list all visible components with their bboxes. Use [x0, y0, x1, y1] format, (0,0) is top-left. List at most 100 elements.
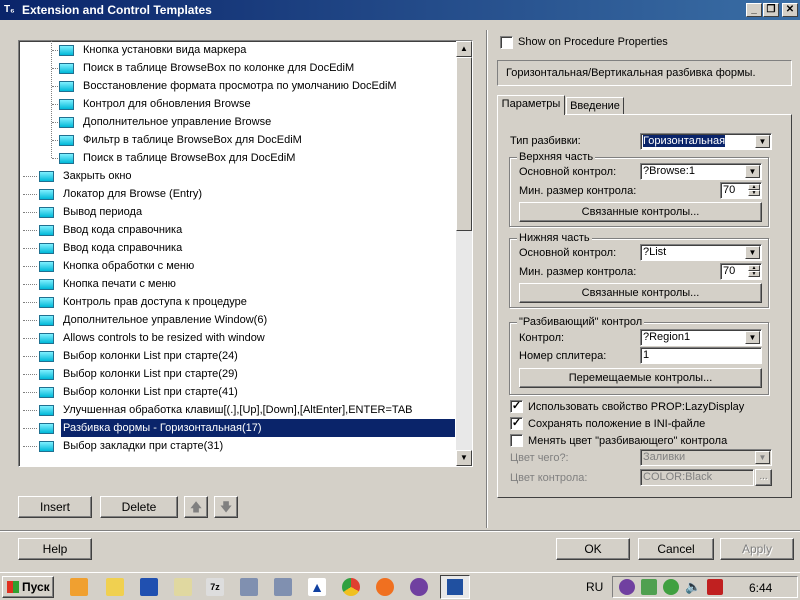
tree-child-item[interactable]: Кнопка установки вида маркера [19, 41, 455, 59]
chevron-down-icon[interactable]: ▼ [755, 135, 770, 148]
scroll-down-icon[interactable]: ▼ [456, 450, 472, 466]
spin-down-icon[interactable]: ▼ [748, 271, 760, 277]
tab-introduction[interactable]: Введение [566, 97, 624, 115]
ok-button[interactable]: OK [556, 538, 630, 560]
chevron-down-icon[interactable]: ▼ [745, 331, 760, 344]
tree-item[interactable]: Кнопка печати с меню [19, 275, 455, 293]
tree-item[interactable]: Локатор для Browse (Entry) [19, 185, 455, 203]
tree-item[interactable]: Выбор колонки List при старте(24) [19, 347, 455, 365]
split-type-label: Тип разбивки: [510, 135, 581, 147]
tree-child-item[interactable]: Дополнительное управление Browse [19, 113, 455, 131]
tree-item[interactable]: Вывод периода [19, 203, 455, 221]
tree-item[interactable]: Кнопка обработки с меню [19, 257, 455, 275]
upper-min-size-label: Мин. размер контрола: [519, 185, 637, 197]
active-task-button[interactable] [440, 575, 470, 599]
option-checkbox-label: Сохранять положение в INI-файле [528, 418, 706, 430]
option-checkbox-3[interactable] [510, 434, 523, 447]
help-button[interactable]: Help [18, 538, 92, 560]
book-icon[interactable] [140, 578, 158, 596]
splitter-number-input[interactable]: 1 [640, 347, 762, 364]
viber-tray-icon[interactable] [619, 579, 635, 595]
tree-child-item[interactable]: Поиск в таблице BrowseBox для DocEdiM [19, 149, 455, 167]
chevron-down-icon[interactable]: ▼ [745, 246, 760, 259]
lower-min-size-label: Мин. размер контрола: [519, 266, 637, 278]
option-checkbox-1[interactable]: ✓ [510, 400, 523, 413]
triangle-app-icon[interactable]: ▲ [308, 578, 326, 596]
color-what-select[interactable]: Заливки ▼ [640, 449, 772, 466]
tree-item[interactable]: Ввод кода справочника [19, 221, 455, 239]
start-button[interactable]: Пуск [2, 576, 54, 598]
lower-linked-controls-button[interactable]: Связанные контролы... [519, 283, 762, 303]
tree-item-label: Дополнительное управление Window(6) [63, 314, 268, 326]
upper-control-label: Основной контрол: [519, 166, 617, 178]
apply-button[interactable]: Apply [720, 538, 794, 560]
antivirus-icon[interactable] [707, 579, 723, 595]
tree-item[interactable]: Выбор закладки при старте(31) [19, 437, 455, 455]
tree-child-item[interactable]: Фильтр в таблице BrowseBox для DocEdiM [19, 131, 455, 149]
minimize-button[interactable]: _ [746, 3, 762, 17]
chrome-icon[interactable] [342, 578, 360, 596]
tool-icon-2[interactable] [274, 578, 292, 596]
title-bar[interactable]: T₆ Extension and Control Templates _ ❐ ✕ [0, 0, 800, 20]
color-picker-button[interactable]: ... [755, 469, 772, 486]
upper-part-title: Верхняя часть [517, 151, 596, 163]
tree-item-label: Кнопка установки вида маркера [83, 44, 247, 56]
chevron-down-icon[interactable]: ▼ [745, 165, 760, 178]
lower-control-select[interactable]: ?List ▼ [640, 244, 762, 261]
tree-item[interactable]: Закрыть окно [19, 167, 455, 185]
tree-item[interactable]: Allows controls to be resized with windo… [19, 329, 455, 347]
tree-child-item[interactable]: Поиск в таблице BrowseBox по колонке для… [19, 59, 455, 77]
viber-icon[interactable] [410, 578, 428, 596]
moved-controls-button[interactable]: Перемещаемые контролы... [519, 368, 762, 388]
7zip-icon[interactable]: 7z [206, 578, 224, 596]
lower-min-size-spinner[interactable]: 70 ▲ ▼ [720, 263, 762, 280]
maximize-button[interactable]: ❐ [763, 3, 779, 17]
tree-item[interactable]: Ввод кода справочника [19, 239, 455, 257]
cancel-button[interactable]: Cancel [638, 538, 714, 560]
folder-icon [39, 189, 54, 200]
close-button[interactable]: ✕ [782, 3, 798, 17]
folder-icon[interactable] [106, 578, 124, 596]
split-type-select[interactable]: Горизонтальная ▼ [640, 133, 772, 150]
folder-icon [39, 333, 54, 344]
tree-item-label: Вывод периода [63, 206, 143, 218]
upper-linked-controls-button[interactable]: Связанные контролы... [519, 202, 762, 222]
language-indicator[interactable]: RU [586, 580, 603, 594]
tool-icon[interactable] [240, 578, 258, 596]
tree-child-item[interactable]: Контрол для обновления Browse [19, 95, 455, 113]
chevron-down-icon[interactable]: ▼ [755, 451, 770, 464]
scroll-up-icon[interactable]: ▲ [456, 41, 472, 57]
tree-item[interactable]: Выбор колонки List при старте(29) [19, 365, 455, 383]
template-tree[interactable]: Кнопка установки вида маркера Поиск в таб… [18, 40, 473, 467]
folder-icon [39, 441, 54, 452]
show-on-procedure-checkbox[interactable] [500, 36, 513, 49]
folder-icon [39, 225, 54, 236]
network-icon[interactable] [663, 579, 679, 595]
tree-item[interactable]: Выбор колонки List при старте(41) [19, 383, 455, 401]
delete-button[interactable]: Delete [100, 496, 178, 518]
insert-button[interactable]: Insert [18, 496, 92, 518]
option-checkbox-2[interactable]: ✓ [510, 417, 523, 430]
tree-vertical-scrollbar[interactable]: ▲ ▼ [456, 41, 472, 466]
tree-item[interactable]: Дополнительное управление Window(6) [19, 311, 455, 329]
media-player-icon[interactable] [70, 578, 88, 596]
tray-icon[interactable] [641, 579, 657, 595]
firefox-icon[interactable] [376, 578, 394, 596]
folder-icon [39, 243, 54, 254]
volume-icon[interactable]: 🔈 [685, 579, 701, 595]
tree-item[interactable]: Контроль прав доступа к процедуре [19, 293, 455, 311]
control-color-field[interactable]: COLOR:Black [640, 469, 754, 486]
tab-parameters[interactable]: Параметры [497, 95, 565, 115]
move-down-button[interactable]: 🡇 [214, 496, 238, 518]
spin-down-icon[interactable]: ▼ [748, 190, 760, 196]
notepad-icon[interactable] [174, 578, 192, 596]
upper-min-size-spinner[interactable]: 70 ▲ ▼ [720, 182, 762, 199]
upper-control-select[interactable]: ?Browse:1 ▼ [640, 163, 762, 180]
splitter-control-select[interactable]: ?Region1 ▼ [640, 329, 762, 346]
window-title: Extension and Control Templates [22, 3, 212, 17]
tree-item[interactable]: Разбивка формы - Горизонтальная(17) [19, 419, 455, 437]
tree-child-item[interactable]: Восстановление формата просмотра по умол… [19, 77, 455, 95]
move-up-button[interactable]: 🡅 [184, 496, 208, 518]
tree-item[interactable]: Улучшенная обработка клавиш[(.],[Up],[Do… [19, 401, 455, 419]
scroll-thumb[interactable] [456, 57, 472, 231]
